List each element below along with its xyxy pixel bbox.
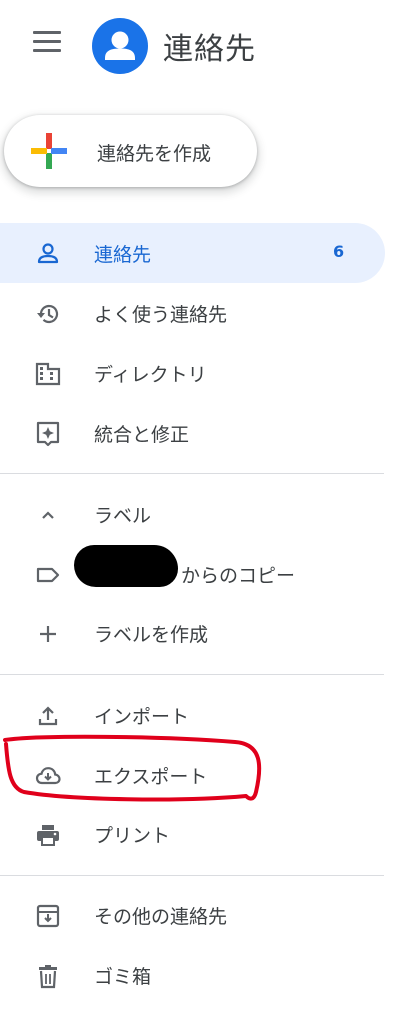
nav-item-print[interactable]: プリント xyxy=(0,804,385,864)
top-bar: 連絡先 xyxy=(0,0,419,90)
nav-item-label: 連絡先 xyxy=(94,244,152,266)
divider xyxy=(0,473,384,474)
nav-item-trash[interactable]: ゴミ箱 xyxy=(0,945,385,1005)
nav-item-frequent[interactable]: よく使う連絡先 xyxy=(0,283,385,343)
person-icon xyxy=(37,243,59,264)
nav-item-label: プリント xyxy=(94,825,171,847)
create-contact-button[interactable]: 連絡先を作成 xyxy=(4,115,257,187)
plus-icon xyxy=(31,133,67,169)
archive-icon xyxy=(36,904,60,928)
nav-item-label: 統合と修正 xyxy=(94,424,190,446)
nav-item-label: ゴミ箱 xyxy=(94,966,152,988)
nav-item-label: その他の連絡先 xyxy=(94,906,228,928)
main-menu-icon[interactable] xyxy=(33,31,63,55)
nav-item-export[interactable]: エクスポート xyxy=(0,745,385,805)
nav-item-create-label[interactable]: ラベルを作成 xyxy=(0,603,385,663)
labels-section-toggle[interactable]: ラベル xyxy=(0,484,385,544)
nav-item-label: からのコピー xyxy=(181,565,296,587)
contacts-logo-icon xyxy=(92,18,148,74)
nav-item-label: ラベルを作成 xyxy=(94,624,209,646)
labels-header: ラベル xyxy=(94,505,152,527)
divider xyxy=(0,674,384,675)
nav-item-label: よく使う連絡先 xyxy=(94,304,228,326)
label-icon xyxy=(36,567,60,583)
nav-item-label: インポート xyxy=(94,706,190,728)
nav-item-directory[interactable]: ディレクトリ xyxy=(0,343,385,403)
nav-item-other-contacts[interactable]: その他の連絡先 xyxy=(0,885,385,945)
create-contact-label: 連絡先を作成 xyxy=(97,143,212,165)
divider xyxy=(0,875,384,876)
auto-fix-icon xyxy=(36,421,60,447)
history-icon xyxy=(37,304,59,324)
nav-item-label-copy[interactable]: からのコピー xyxy=(0,544,385,604)
trash-icon xyxy=(39,965,57,989)
upload-icon xyxy=(38,706,58,726)
nav-item-label: ディレクトリ xyxy=(94,364,207,386)
plus-icon xyxy=(40,626,56,642)
building-icon xyxy=(35,362,61,386)
contacts-count-badge: 6 xyxy=(333,242,345,261)
printer-icon xyxy=(37,825,59,846)
nav-item-contacts[interactable]: 連絡先 6 xyxy=(0,223,385,283)
app-title: 連絡先 xyxy=(163,32,256,67)
chevron-up-icon xyxy=(42,511,54,519)
cloud-download-icon xyxy=(35,767,61,785)
redaction-mark xyxy=(74,545,178,587)
nav-item-merge-fix[interactable]: 統合と修正 xyxy=(0,403,385,463)
nav-item-label: エクスポート xyxy=(94,766,208,788)
nav-item-import[interactable]: インポート xyxy=(0,685,385,745)
